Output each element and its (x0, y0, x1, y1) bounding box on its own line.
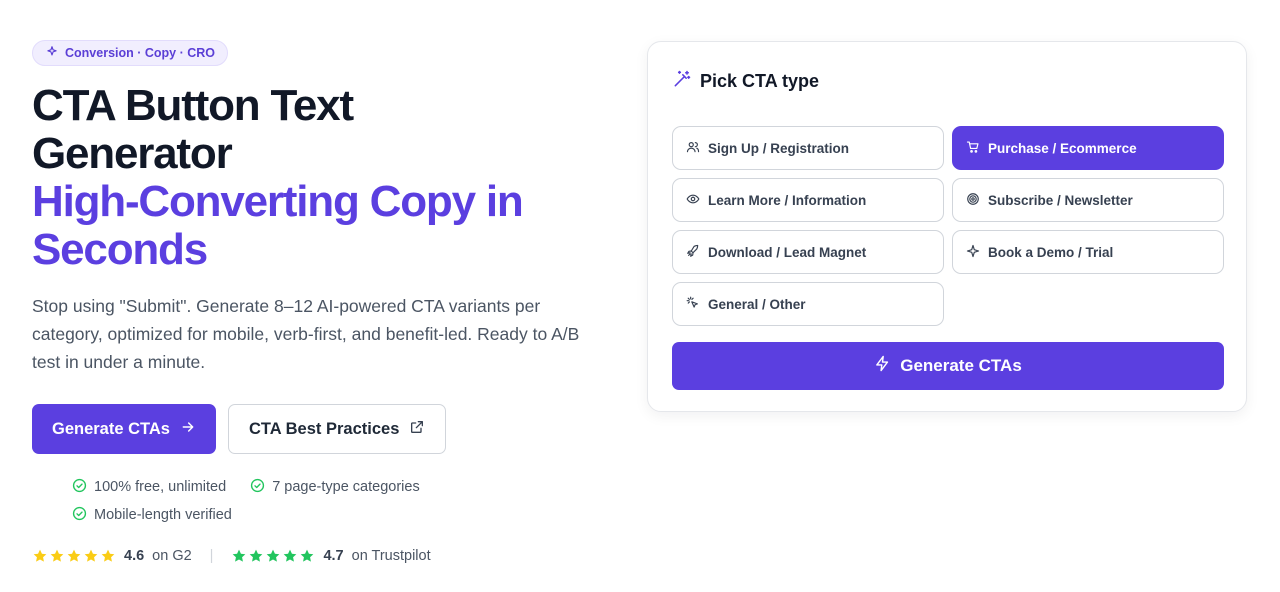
feature-check-label: 7 page-type categories (272, 479, 420, 495)
g2-stars (32, 548, 116, 564)
title-line-1: CTA Button Text (32, 81, 354, 130)
star-icon (267, 549, 280, 562)
star-icon (101, 549, 115, 562)
badge-label: Conversion · Copy · CRO (65, 46, 216, 60)
eye-icon (686, 192, 700, 209)
option-book-demo[interactable]: Book a Demo / Trial (952, 230, 1224, 274)
best-practices-label: CTA Best Practices (248, 419, 400, 438)
external-link-icon (409, 419, 425, 440)
feature-check-label: Mobile-length verified (94, 507, 232, 523)
g2-score: 4.6 (124, 548, 145, 564)
option-purchase[interactable]: Purchase / Ecommerce (952, 126, 1224, 170)
trustpilot-stars (231, 548, 315, 564)
feature-check-item: 7 page-type categories (250, 478, 420, 496)
cta-type-panel: Pick CTA type Sign Up / Registration Pur… (647, 41, 1247, 412)
panel-generate-label: Generate CTAs (900, 356, 1022, 375)
cta-type-options: Sign Up / Registration Purchase / Ecomme… (672, 126, 1224, 326)
title-line-2: Generator (32, 129, 233, 178)
panel-header: Pick CTA type (672, 69, 819, 94)
page-title: CTA Button Text Generator High-Convertin… (32, 82, 622, 274)
users-icon (686, 140, 700, 157)
arrow-right-icon (180, 419, 196, 440)
lightning-icon (874, 355, 891, 377)
check-circle-icon (250, 478, 265, 497)
feature-check-label: 100% free, unlimited (94, 479, 227, 495)
option-learn-more[interactable]: Learn More / Information (672, 178, 944, 222)
star-icon (33, 549, 47, 562)
option-label: Learn More / Information (708, 192, 867, 208)
hero-section: Conversion · Copy · CRO CTA Button Text … (32, 40, 622, 564)
option-download[interactable]: Download / Lead Magnet (672, 230, 944, 274)
ratings-row: 4.6 on G2 | 4.7 on Trustpilot (32, 548, 622, 564)
option-label: Download / Lead Magnet (708, 244, 867, 260)
option-label: General / Other (708, 296, 806, 312)
generate-ctas-button[interactable]: Generate CTAs (32, 404, 216, 454)
best-practices-button[interactable]: CTA Best Practices (227, 404, 447, 454)
star-icon (84, 549, 98, 562)
option-subscribe[interactable]: Subscribe / Newsletter (952, 178, 1224, 222)
panel-title: Pick CTA type (700, 71, 820, 91)
check-circle-icon (72, 478, 87, 497)
star-icon (301, 549, 314, 562)
title-accent-line-1: High-Converting Copy in (32, 177, 524, 226)
trustpilot-source: on Trustpilot (351, 548, 431, 564)
feature-check-item: 100% free, unlimited (72, 478, 226, 496)
magic-wand-icon (672, 69, 692, 94)
trustpilot-score: 4.7 (323, 548, 344, 564)
sparkle-icon (45, 45, 59, 62)
sparkle-icon (966, 244, 980, 261)
generate-ctas-label: Generate CTAs (52, 419, 170, 438)
option-label: Book a Demo / Trial (988, 244, 1114, 260)
feature-checks: 100% free, unlimited 7 page-type categor… (72, 478, 472, 524)
hero-subtitle: Stop using "Submit". Generate 8–12 AI-po… (32, 296, 580, 372)
star-icon (250, 549, 263, 562)
rocket-icon (686, 244, 700, 261)
click-icon (686, 296, 700, 313)
option-sign-up[interactable]: Sign Up / Registration (672, 126, 944, 170)
feature-check-item: Mobile-length verified (72, 506, 232, 524)
star-icon (50, 549, 64, 562)
option-label: Sign Up / Registration (708, 140, 850, 156)
star-icon (233, 549, 246, 562)
title-accent-line-2: Seconds (32, 225, 208, 274)
option-label: Purchase / Ecommerce (988, 140, 1137, 156)
target-icon (966, 192, 980, 209)
star-icon (67, 549, 81, 562)
category-badge: Conversion · Copy · CRO (32, 40, 229, 66)
cart-icon (966, 140, 980, 157)
panel-generate-button[interactable]: Generate CTAs (672, 342, 1224, 390)
hero-actions: Generate CTAs CTA Best Practices (32, 404, 622, 454)
option-label: Subscribe / Newsletter (988, 192, 1133, 208)
check-circle-icon (72, 506, 87, 525)
star-icon (284, 549, 297, 562)
option-general[interactable]: General / Other (672, 282, 944, 326)
rating-divider: | (209, 548, 214, 564)
g2-source: on G2 (152, 548, 192, 564)
